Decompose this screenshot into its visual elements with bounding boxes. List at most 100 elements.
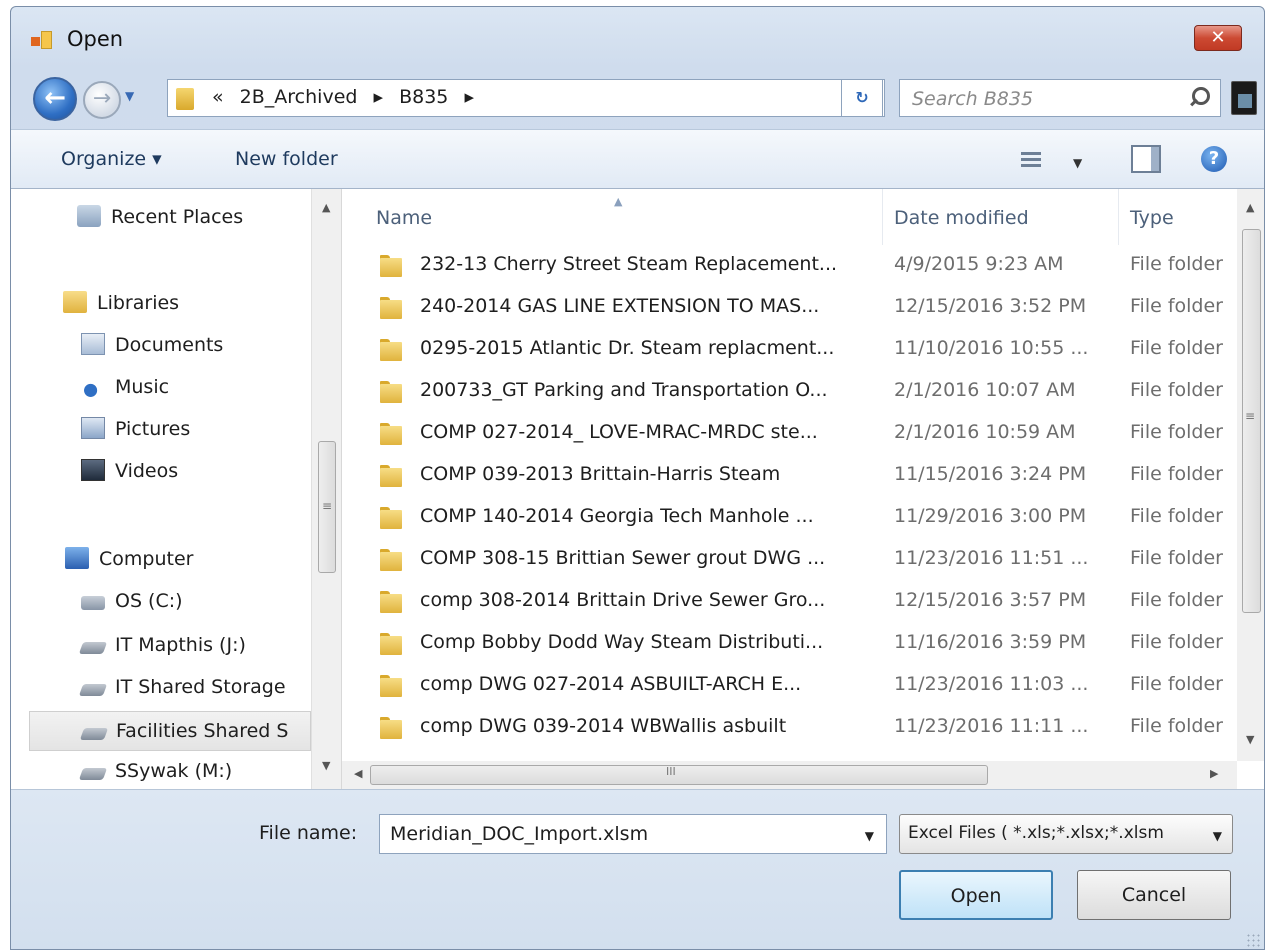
calculator-icon[interactable] [1231, 81, 1257, 115]
column-header-name[interactable]: Name [376, 207, 432, 229]
folder-icon [380, 255, 404, 277]
file-date: 11/29/2016 3:00 PM [894, 505, 1087, 527]
table-row[interactable]: 200733_GT Parking and Transportation O..… [342, 371, 1237, 413]
help-icon[interactable]: ? [1201, 146, 1227, 172]
column-divider[interactable] [882, 189, 883, 245]
breadcrumb-separator[interactable]: ▸ [374, 86, 384, 108]
file-name: 0295-2015 Atlantic Dr. Steam replacment.… [420, 337, 835, 359]
table-row[interactable]: COMP 140-2014 Georgia Tech Manhole ... 1… [342, 497, 1237, 539]
file-type-select[interactable]: Excel Files ( *.xls;*.xlsx;*.xlsm ▼ [899, 814, 1233, 854]
file-date: 12/15/2016 3:52 PM [894, 295, 1087, 317]
table-row[interactable]: COMP 027-2014_ LOVE-MRAC-MRDC ste... 2/1… [342, 413, 1237, 455]
resize-grip-icon[interactable] [1246, 933, 1260, 947]
breadcrumb[interactable]: « 2B_Archived ▸ B835 ▸ [212, 86, 484, 108]
nav-item-label: SSywak (M:) [115, 760, 233, 782]
table-row[interactable]: 240-2014 GAS LINE EXTENSION TO MAS... 12… [342, 287, 1237, 329]
back-arrow-icon[interactable]: ← [33, 77, 77, 121]
nav-item-it-shared-storage[interactable]: IT Shared Storage [78, 671, 286, 703]
history-chevron-down-icon[interactable]: ▼ [125, 90, 137, 102]
nav-item-label: Libraries [97, 292, 180, 314]
cancel-button[interactable]: Cancel [1077, 870, 1231, 920]
scroll-down-arrow-icon[interactable]: ▼ [1246, 733, 1254, 746]
file-date: 12/15/2016 3:57 PM [894, 589, 1087, 611]
search-icon[interactable] [1188, 87, 1210, 109]
table-row[interactable]: COMP 039-2013 Brittain-Harris Steam 11/1… [342, 455, 1237, 497]
nav-item-recent-places[interactable]: Recent Places [77, 201, 243, 233]
search-input[interactable]: Search B835 [899, 79, 1221, 117]
scroll-down-arrow-icon[interactable]: ▼ [322, 759, 330, 772]
title-bar[interactable]: Open ✕ [11, 7, 1264, 69]
organize-button[interactable]: Organize ▾ [61, 148, 162, 170]
libraries-icon [63, 290, 87, 313]
breadcrumb-b835[interactable]: B835 [399, 86, 448, 108]
file-type: File folder [1130, 337, 1223, 359]
file-type: File folder [1130, 253, 1223, 275]
app-icon [31, 31, 53, 51]
file-list-horizontal-scrollbar[interactable]: ◀ III ▶ [342, 761, 1237, 789]
videos-icon [81, 458, 105, 481]
nav-item-it-mapthis[interactable]: IT Mapthis (J:) [78, 629, 246, 661]
table-row[interactable]: Comp Bobby Dodd Way Steam Distributi... … [342, 623, 1237, 665]
address-bar[interactable]: « 2B_Archived ▸ B835 ▸ ▼ [167, 79, 985, 117]
table-row[interactable]: comp 308-2014 Brittain Drive Sewer Gro..… [342, 581, 1237, 623]
nav-item-label: Documents [115, 334, 224, 356]
scroll-left-arrow-icon[interactable]: ◀ [354, 767, 362, 780]
column-divider[interactable] [1118, 189, 1119, 245]
change-view-icon[interactable] [1021, 150, 1041, 170]
nav-item-music[interactable]: Music [81, 371, 169, 403]
file-list-pane: ▲ Name Date modified Type 232-13 Cherry … [341, 189, 1264, 789]
nav-item-facilities-shared[interactable]: Facilities Shared S [29, 711, 311, 751]
scroll-right-arrow-icon[interactable]: ▶ [1210, 767, 1218, 780]
nav-item-pictures[interactable]: Pictures [81, 413, 190, 445]
scroll-up-arrow-icon[interactable]: ▲ [1246, 201, 1254, 214]
scrollbar-thumb[interactable] [370, 765, 988, 785]
file-type: File folder [1130, 631, 1223, 653]
column-header-date-modified[interactable]: Date modified [894, 207, 1029, 229]
nav-item-os-c[interactable]: OS (C:) [81, 585, 183, 617]
nav-item-label: IT Shared Storage [115, 676, 286, 698]
file-type: File folder [1130, 463, 1223, 485]
network-drive-icon [78, 641, 108, 654]
table-row[interactable]: COMP 308-15 Brittian Sewer grout DWG ...… [342, 539, 1237, 581]
close-button[interactable]: ✕ [1194, 25, 1242, 51]
scrollbar-grip-icon: III [666, 765, 676, 778]
new-folder-button[interactable]: New folder [235, 148, 338, 170]
file-name-field[interactable]: Meridian_DOC_Import.xlsm ▼ [379, 814, 887, 854]
table-row[interactable]: 232-13 Cherry Street Steam Replacement..… [342, 245, 1237, 287]
breadcrumb-overflow[interactable]: « [212, 86, 224, 108]
folder-icon [380, 465, 404, 487]
table-row[interactable]: 0295-2015 Atlantic Dr. Steam replacment.… [342, 329, 1237, 371]
nav-item-ssywak[interactable]: SSywak (M:) [78, 755, 233, 787]
file-type-chevron-down-icon[interactable]: ▼ [1213, 829, 1222, 843]
file-list-vertical-scrollbar[interactable]: ▲ ≡ ▼ [1237, 189, 1264, 761]
refresh-icon[interactable]: ↻ [841, 79, 883, 117]
scrollbar-grip-icon: ≡ [322, 499, 333, 513]
nav-item-label: Recent Places [111, 206, 244, 228]
nav-item-videos[interactable]: Videos [81, 455, 178, 487]
folder-icon [380, 717, 404, 739]
nav-pane-scrollbar[interactable]: ▲ ≡ ▼ [311, 189, 341, 789]
breadcrumb-separator[interactable]: ▸ [464, 86, 474, 108]
column-header-type[interactable]: Type [1130, 207, 1174, 229]
file-name: comp DWG 027-2014 ASBUILT-ARCH E... [420, 673, 802, 695]
network-drive-icon [78, 683, 108, 696]
computer-icon [65, 546, 89, 569]
file-date: 11/16/2016 3:59 PM [894, 631, 1087, 653]
breadcrumb-2b-archived[interactable]: 2B_Archived [240, 86, 358, 108]
file-type: File folder [1130, 715, 1223, 737]
nav-item-documents[interactable]: Documents [81, 329, 223, 361]
open-button[interactable]: Open [899, 870, 1053, 920]
file-name-value[interactable]: Meridian_DOC_Import.xlsm [390, 823, 648, 845]
table-row[interactable]: comp DWG 027-2014 ASBUILT-ARCH E... 11/2… [342, 665, 1237, 707]
nav-item-computer[interactable]: Computer [65, 543, 193, 575]
view-options-chevron-down-icon[interactable]: ▼ [1073, 156, 1082, 170]
nav-item-libraries[interactable]: Libraries [63, 287, 179, 319]
forward-arrow-icon[interactable]: → [83, 81, 121, 119]
file-type: File folder [1130, 421, 1223, 443]
table-row[interactable]: comp DWG 039-2014 WBWallis asbuilt 11/23… [342, 707, 1237, 743]
folder-icon [380, 549, 404, 571]
documents-icon [81, 332, 105, 355]
scroll-up-arrow-icon[interactable]: ▲ [322, 201, 330, 214]
preview-pane-icon[interactable] [1131, 145, 1161, 173]
file-name-chevron-down-icon[interactable]: ▼ [865, 829, 874, 843]
